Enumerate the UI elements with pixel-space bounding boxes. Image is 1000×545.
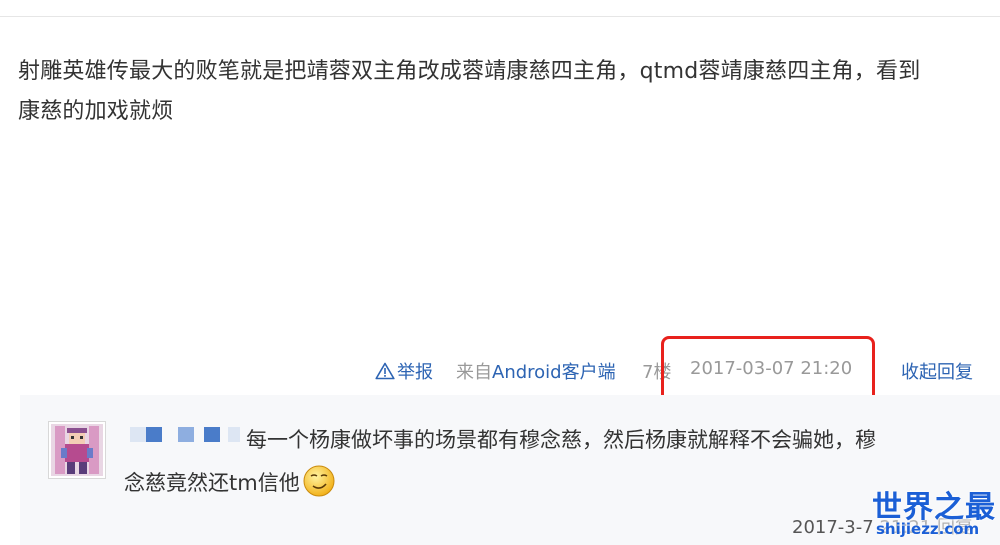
reply-panel: 每一个杨康做坏事的场景都有穆念慈，然后杨康就解释不会骗她，穆 念慈竟然还tm信他… xyxy=(20,395,1000,545)
reply-line-2-text: 念慈竟然还tm信他 xyxy=(124,471,300,495)
collapse-replies-button[interactable]: 收起回复 xyxy=(901,358,973,384)
source-app-link[interactable]: Android客户端 xyxy=(492,362,616,383)
reply-time-faded: 21:21 回复 xyxy=(879,517,974,538)
reply-content: 每一个杨康做坏事的场景都有穆念慈，然后杨康就解释不会骗她，穆 念慈竟然还tm信他 xyxy=(124,419,994,505)
source-prefix: 来自 xyxy=(456,362,492,383)
smirk-emoji-icon xyxy=(302,464,336,498)
reply-line-1-text: 每一个杨康做坏事的场景都有穆念慈，然后杨康就解释不会骗她，穆 xyxy=(246,428,876,452)
reply-line-1: 每一个杨康做坏事的场景都有穆念慈，然后杨康就解释不会骗她，穆 xyxy=(124,419,994,462)
warning-triangle-icon xyxy=(375,362,395,380)
post-line-1: 射雕英雄传最大的败笔就是把靖蓉双主角改成蓉靖康慈四主角，qtmd蓉靖康慈四主角，… xyxy=(18,59,921,84)
report-label: 举报 xyxy=(397,362,433,383)
top-divider xyxy=(0,16,1000,17)
report-link[interactable]: 举报 xyxy=(375,358,433,384)
reply-time-date: 2017-3-7 xyxy=(792,517,874,538)
post-line-2: 康慈的加戏就烦 xyxy=(18,99,174,124)
reply-line-2: 念慈竟然还tm信他 xyxy=(124,462,994,505)
reply-timestamp: 2017-3-7 21:21 回复 xyxy=(792,513,973,539)
reply-avatar[interactable] xyxy=(48,421,106,479)
pixel-avatar-icon xyxy=(51,424,103,476)
timestamp-highlight-box xyxy=(661,336,875,403)
post-source: 来自Android客户端 xyxy=(456,358,616,384)
post-content: 射雕英雄传最大的败笔就是把靖蓉双主角改成蓉靖康慈四主角，qtmd蓉靖康慈四主角，… xyxy=(18,52,993,132)
